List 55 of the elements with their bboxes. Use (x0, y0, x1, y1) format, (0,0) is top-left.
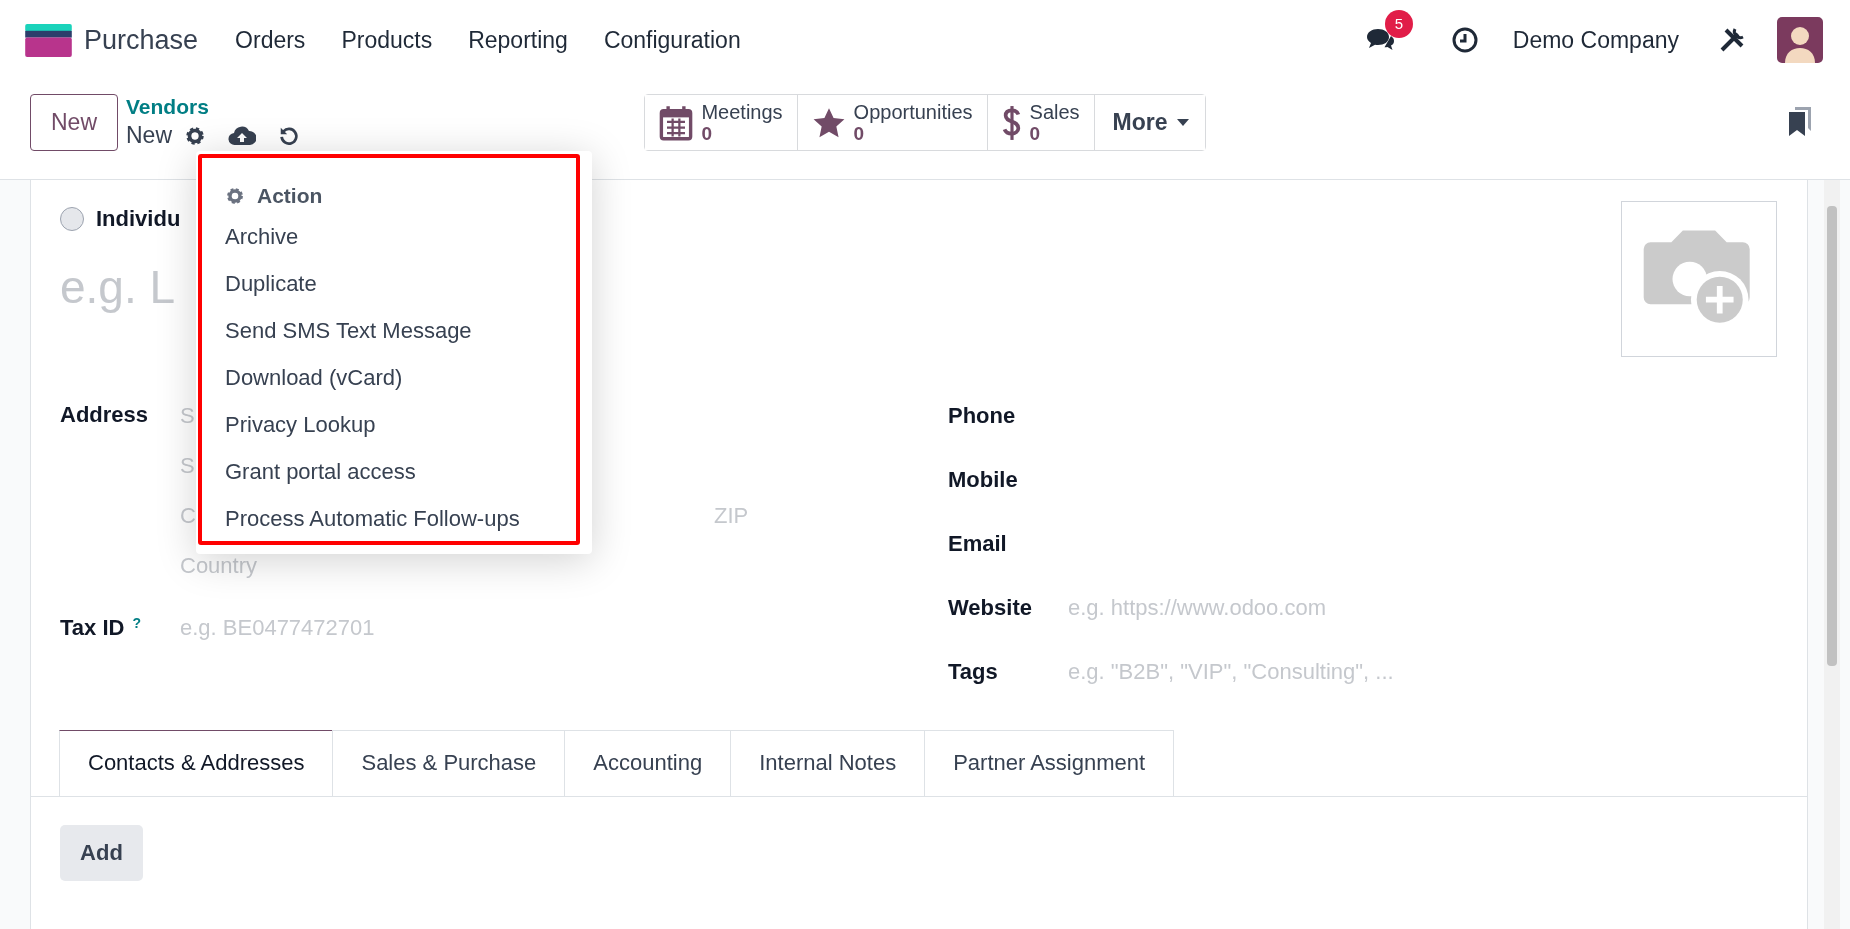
dropdown-item[interactable]: Send SMS Text Message (196, 307, 592, 354)
notification-badge: 5 (1384, 10, 1413, 38)
field-label: Phone (948, 403, 1017, 429)
input-field[interactable]: e.g. https://www.odoo.com (1068, 594, 1568, 622)
add-button[interactable]: Add (60, 825, 143, 881)
scrollbar[interactable] (1824, 180, 1840, 929)
smart-button-label: Meetings (701, 100, 783, 123)
field-label: Email (948, 531, 1008, 557)
field-label: Address (60, 402, 150, 429)
notebook-tab[interactable]: Contacts & Addresses (59, 730, 334, 796)
cloud-upload-icon[interactable] (228, 124, 256, 147)
dropdown-item[interactable]: Download (vCard) (196, 354, 592, 401)
bookmark-icon[interactable] (1788, 106, 1812, 136)
radio-button[interactable] (60, 207, 84, 231)
radio-label[interactable]: Individu (96, 206, 181, 232)
tax-id-input-field[interactable]: e.g. BE0477472701 (180, 614, 680, 642)
smart-button-label: Sales (1029, 100, 1080, 123)
field-label: Tax ID (60, 615, 125, 641)
breadcrumb-link[interactable]: Vendors (126, 94, 322, 120)
menu-item[interactable]: Configuration (603, 26, 741, 54)
smart-button-count: 0 (701, 122, 712, 145)
country-input-field[interactable]: Country (180, 552, 270, 580)
dollar-icon (1001, 104, 1022, 141)
field-label: Website (948, 595, 1033, 621)
company-switcher[interactable]: Demo Company (1512, 26, 1679, 54)
field-label: Tags (948, 659, 999, 685)
gear-icon (225, 186, 245, 206)
city-input-field[interactable]: C (180, 502, 196, 530)
new-button[interactable]: New (30, 94, 118, 151)
user-avatar-icon[interactable] (1777, 17, 1823, 63)
zip-input-field[interactable]: ZIP (714, 502, 764, 530)
notebook-tab[interactable]: Partner Assignment (924, 730, 1175, 796)
field-label: Mobile (948, 467, 1019, 493)
input-field[interactable]: e.g. "B2B", "VIP", "Consulting", ... (1068, 658, 1568, 686)
smart-button[interactable]: Meetings 0 (645, 95, 798, 150)
street2-input-field[interactable]: S (180, 452, 196, 480)
app-logo-icon[interactable] (25, 23, 72, 57)
menu-item[interactable]: Orders (235, 26, 306, 54)
smart-button-count: 0 (1029, 122, 1041, 145)
street-input-field[interactable]: S (180, 402, 196, 430)
caret-icon (1176, 119, 1189, 126)
calendar-icon (659, 104, 694, 141)
smart-button-count: 0 (853, 122, 865, 145)
dropdown-item[interactable]: Privacy Lookup (196, 401, 592, 448)
dropdown-item[interactable]: Grant portal access (196, 448, 592, 495)
dropdown-item[interactable]: Duplicate (196, 260, 592, 307)
menu-item[interactable]: Reporting (468, 26, 568, 54)
app-name[interactable]: Purchase (84, 24, 199, 56)
menu-item[interactable]: Products (341, 26, 433, 54)
dropdown-item[interactable]: Archive (196, 213, 592, 260)
smart-button-label: Opportunities (853, 100, 973, 123)
record-title: New (126, 122, 172, 149)
help-tooltip[interactable]: ? (132, 615, 141, 631)
gear-icon[interactable] (184, 124, 206, 147)
menu-header: Action (257, 184, 323, 208)
